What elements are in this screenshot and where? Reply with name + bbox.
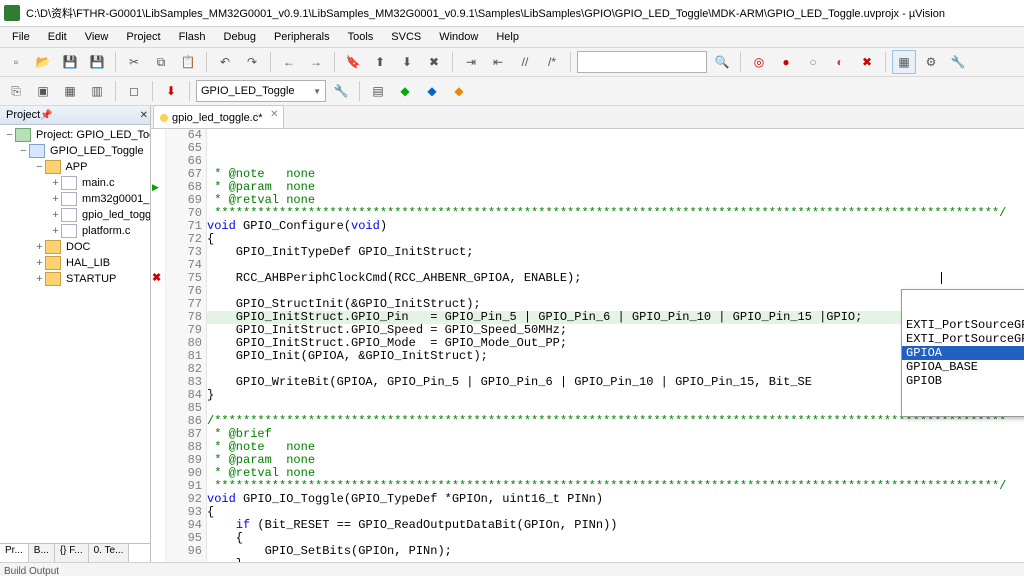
project-bottom-tabs: Pr...B...{} F...0. Te... — [0, 543, 150, 562]
menu-peripherals[interactable]: Peripherals — [266, 29, 338, 45]
intellisense-item[interactable]: GPIOA — [902, 346, 1024, 360]
menu-edit[interactable]: Edit — [40, 29, 75, 45]
forward-icon[interactable]: → — [304, 50, 328, 74]
menu-project[interactable]: Project — [118, 29, 168, 45]
menubar: FileEditViewProjectFlashDebugPeripherals… — [0, 27, 1024, 48]
close-tab-icon[interactable]: ✕ — [270, 109, 278, 120]
tree-folder-doc[interactable]: + DOC — [2, 239, 148, 255]
title-path: C:\D\资料\FTHR-G0001\LibSamples_MM32G0001_… — [26, 5, 945, 21]
tree-file[interactable]: + mm32g0001_it.c — [2, 191, 148, 207]
modified-dot-icon — [160, 114, 168, 122]
batch-build-icon[interactable]: ▥ — [85, 79, 109, 103]
close-icon[interactable]: ✕ — [140, 110, 148, 121]
save-icon[interactable]: 💾 — [58, 50, 82, 74]
stop-build-icon[interactable]: ◻ — [122, 79, 146, 103]
find-icon[interactable]: 🔍 — [710, 50, 734, 74]
outdent-icon[interactable]: ⇤ — [486, 50, 510, 74]
window-icon[interactable]: ▦ — [892, 50, 916, 74]
project-bottom-tab[interactable]: Pr... — [0, 544, 29, 562]
pkg-orange-icon[interactable]: ◆ — [447, 79, 471, 103]
project-bottom-tab[interactable]: B... — [29, 544, 55, 562]
download-icon[interactable]: ⬇ — [159, 79, 183, 103]
menu-flash[interactable]: Flash — [171, 29, 214, 45]
pkg-green-icon[interactable]: ◆ — [393, 79, 417, 103]
line-number-gutter: 6465666768697071727374757677787980818283… — [166, 129, 207, 562]
menu-tools[interactable]: Tools — [340, 29, 382, 45]
options-icon[interactable]: 🔧 — [329, 79, 353, 103]
save-all-icon[interactable]: 💾 — [85, 50, 109, 74]
intellisense-popup[interactable]: EXTI_PortSourceGPIOAEXTI_PortSourceGPIOB… — [901, 289, 1024, 417]
tree-target[interactable]: − GPIO_LED_Toggle — [2, 143, 148, 159]
status-bar: Build Output — [0, 562, 1024, 576]
intellisense-item[interactable]: EXTI_PortSourceGPIOB — [902, 332, 1024, 346]
insert-bp-icon[interactable]: ● — [774, 50, 798, 74]
target-select[interactable]: GPIO_LED_Toggle ▼ — [196, 80, 326, 102]
intellisense-item[interactable]: GPIOB — [902, 374, 1024, 388]
status-text: Build Output — [4, 566, 59, 576]
debug-icon[interactable]: ◎ — [747, 50, 771, 74]
open-icon[interactable]: 📂 — [31, 50, 55, 74]
menu-debug[interactable]: Debug — [216, 29, 264, 45]
project-pane-title: Project — [6, 109, 40, 121]
tree-folder-app[interactable]: − APP — [2, 159, 148, 175]
cut-icon[interactable]: ✂ — [122, 50, 146, 74]
tree-project-root[interactable]: − Project: GPIO_LED_Toggle — [2, 127, 148, 143]
redo-icon[interactable]: ↷ — [240, 50, 264, 74]
find-combo[interactable] — [577, 51, 707, 73]
tree-file[interactable]: + gpio_led_toggle. — [2, 207, 148, 223]
app-icon — [4, 5, 20, 21]
menu-svcs[interactable]: SVCS — [383, 29, 429, 45]
tree-folder-hal_lib[interactable]: + HAL_LIB — [2, 255, 148, 271]
code-text[interactable]: * @note none * @param none * @retval non… — [207, 129, 1024, 562]
titlebar: C:\D\资料\FTHR-G0001\LibSamples_MM32G0001_… — [0, 0, 1024, 27]
file-tab[interactable]: gpio_led_toggle.c* ✕ — [153, 105, 284, 128]
enable-bp-icon[interactable]: ○ — [801, 50, 825, 74]
disable-bp-icon[interactable]: ◐ — [828, 50, 852, 74]
tree-file[interactable]: + main.c — [2, 175, 148, 191]
indent-icon[interactable]: ⇥ — [459, 50, 483, 74]
target-select-value: GPIO_LED_Toggle — [201, 85, 295, 97]
editor: gpio_led_toggle.c* ✕ ▶✖ 6465666768697071… — [151, 106, 1024, 562]
kill-bp-icon[interactable]: ✖ — [855, 50, 879, 74]
bookmark-prev-icon[interactable]: ⬆ — [368, 50, 392, 74]
manage-icon[interactable]: ▤ — [366, 79, 390, 103]
comment-icon[interactable]: // — [513, 50, 537, 74]
tree-file[interactable]: + platform.c — [2, 223, 148, 239]
project-pane-header: Project 📌 ✕ — [0, 106, 150, 125]
file-tab-label: gpio_led_toggle.c* — [172, 112, 263, 124]
bookmark-icon[interactable]: 🔖 — [341, 50, 365, 74]
menu-view[interactable]: View — [77, 29, 117, 45]
code-area[interactable]: ▶✖ 6465666768697071727374757677787980818… — [151, 129, 1024, 562]
tree-folder-startup[interactable]: + STARTUP — [2, 271, 148, 287]
uncomment-icon[interactable]: /* — [540, 50, 564, 74]
back-icon[interactable]: ← — [277, 50, 301, 74]
menu-window[interactable]: Window — [431, 29, 486, 45]
menu-file[interactable]: File — [4, 29, 38, 45]
build-icon[interactable]: ▣ — [31, 79, 55, 103]
toolbar-build: ⎘ ▣ ▦ ▥ ◻ ⬇ GPIO_LED_Toggle ▼ 🔧 ▤ ◆ ◆ ◆ — [0, 77, 1024, 106]
pin-icon[interactable]: 📌 — [40, 110, 52, 121]
new-icon[interactable]: ▫ — [4, 50, 28, 74]
intellisense-item[interactable]: GPIOA_BASE — [902, 360, 1024, 374]
bookmark-next-icon[interactable]: ⬇ — [395, 50, 419, 74]
rebuild-icon[interactable]: ▦ — [58, 79, 82, 103]
wrench-icon[interactable]: 🔧 — [946, 50, 970, 74]
config-icon[interactable]: ⚙ — [919, 50, 943, 74]
undo-icon[interactable]: ↶ — [213, 50, 237, 74]
bookmark-clear-icon[interactable]: ✖ — [422, 50, 446, 74]
menu-help[interactable]: Help — [488, 29, 527, 45]
project-bottom-tab[interactable]: {} F... — [55, 544, 89, 562]
copy-icon[interactable]: ⧉ — [149, 50, 173, 74]
toolbar-main: ▫ 📂 💾 💾 ✂ ⧉ 📋 ↶ ↷ ← → 🔖 ⬆ ⬇ ✖ ⇥ ⇤ // /* … — [0, 48, 1024, 77]
translate-icon[interactable]: ⎘ — [4, 79, 28, 103]
intellisense-item[interactable]: EXTI_PortSourceGPIOA — [902, 318, 1024, 332]
project-bottom-tab[interactable]: 0. Te... — [89, 544, 130, 562]
chevron-down-icon: ▼ — [313, 87, 321, 96]
project-tree[interactable]: − Project: GPIO_LED_Toggle− GPIO_LED_Tog… — [0, 125, 150, 543]
file-tab-strip: gpio_led_toggle.c* ✕ — [151, 106, 1024, 129]
paste-icon[interactable]: 📋 — [176, 50, 200, 74]
project-pane: Project 📌 ✕ − Project: GPIO_LED_Toggle− … — [0, 106, 151, 562]
marker-gutter: ▶✖ — [151, 129, 166, 562]
pkg-blue-icon[interactable]: ◆ — [420, 79, 444, 103]
